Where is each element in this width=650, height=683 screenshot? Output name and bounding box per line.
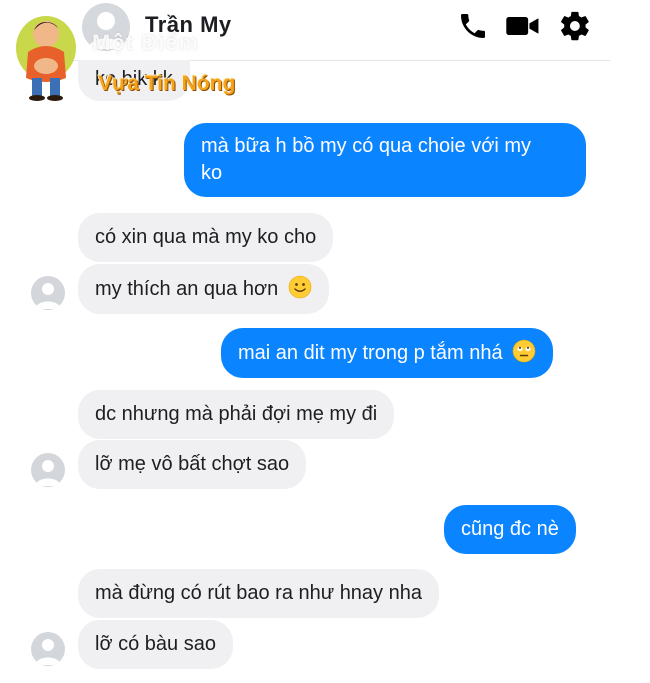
incoming-message[interactable]: có xin qua mà my ko cho <box>78 213 334 262</box>
phone-icon[interactable] <box>455 8 491 44</box>
watermark-brand: Vựa Tin Nóng <box>98 72 236 95</box>
gear-icon[interactable] <box>557 8 593 44</box>
incoming-message[interactable]: my thích an qua hơn <box>78 264 329 314</box>
watermark-logo <box>10 8 90 104</box>
eye-roll-face-emoji <box>512 339 536 363</box>
contact-avatar-small[interactable] <box>31 453 65 487</box>
message-text: mai an dit my trong p tắm nhá <box>238 342 503 364</box>
incoming-message[interactable]: mà đừng có rút bao ra như hnay nha <box>78 569 439 618</box>
message-text-line: mà bữa h bồ my có qua choie với my <box>201 135 531 157</box>
outgoing-message[interactable]: mà bữa h bồ my có qua choie với my ko <box>184 123 586 197</box>
video-camera-icon[interactable] <box>505 8 541 44</box>
default-avatar-icon <box>35 460 61 486</box>
message-text: my thích an qua hơn <box>95 278 279 300</box>
incoming-message[interactable]: lỡ mẹ vô bất chợt sao <box>78 440 307 489</box>
message-text: dc nhưng mà phải đợi mẹ my đi <box>95 403 378 425</box>
incoming-message[interactable]: dc nhưng mà phải đợi mẹ my đi <box>78 390 395 439</box>
message-text-line: ko <box>201 162 223 184</box>
outgoing-message[interactable]: cũng đc nè <box>444 505 576 554</box>
message-text: có xin qua mà my ko cho <box>95 226 317 248</box>
message-text: lỡ mẹ vô bất chợt sao <box>95 453 290 475</box>
default-avatar-icon <box>35 283 61 309</box>
message-text: cũng đc nè <box>461 518 559 540</box>
outgoing-message[interactable]: mai an dit my trong p tắm nhá <box>221 328 554 378</box>
message-text: mà đừng có rút bao ra như hnay nha <box>95 582 422 604</box>
default-avatar-icon <box>35 639 61 665</box>
contact-avatar-small[interactable] <box>31 276 65 310</box>
message-text: lỡ có bàu sao <box>95 633 216 655</box>
incoming-message[interactable]: lỡ có bàu sao <box>78 620 233 669</box>
contact-avatar-small[interactable] <box>31 632 65 666</box>
watermark-text: Một Điểm <box>92 30 199 55</box>
slightly-smiling-face-emoji <box>288 275 312 299</box>
